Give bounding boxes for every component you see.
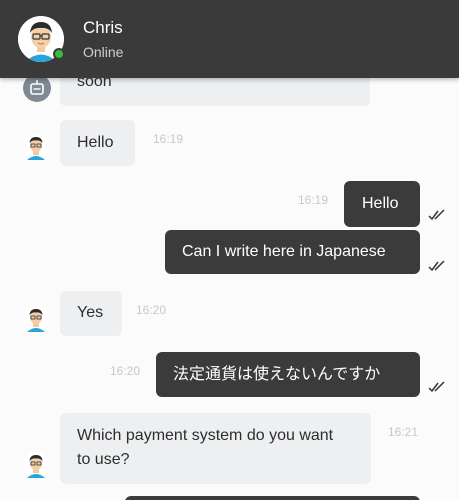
double-check-icon <box>428 381 446 396</box>
message-time: 16:20 <box>136 303 167 317</box>
message-text: Yes <box>77 304 104 321</box>
message-bubble-outgoing: Hello <box>344 181 420 227</box>
message-text: Hello <box>77 134 114 151</box>
message-time: 16:19 <box>153 132 184 146</box>
contact-avatar <box>23 452 49 478</box>
message-bubble-outgoing <box>125 496 420 500</box>
double-check-icon <box>428 260 446 275</box>
contact-name: Chris <box>83 18 123 37</box>
message-bubble-incoming: Which payment system do you want to use? <box>60 413 371 484</box>
bot-avatar <box>23 74 51 102</box>
robot-icon <box>30 80 44 95</box>
message-bubble-incoming: Hello <box>60 120 135 166</box>
double-check-icon <box>428 209 446 224</box>
message-bubble-outgoing: Can I write here in Japanese <box>165 230 420 274</box>
online-status-dot <box>53 48 65 60</box>
chat-header: Chris Online <box>0 0 459 78</box>
contact-avatar <box>23 306 49 332</box>
message-time: 16:19 <box>298 193 329 207</box>
contact-avatar <box>23 134 49 160</box>
contact-avatar-header[interactable] <box>18 16 65 62</box>
message-time: 16:21 <box>388 425 419 439</box>
message-text: Hello <box>362 195 399 212</box>
message-text: 法定通貨は使えないんですか <box>173 364 381 383</box>
message-bubble-outgoing: 法定通貨は使えないんですか <box>156 352 420 397</box>
message-text: Can I write here in Japanese <box>182 243 386 260</box>
message-time: 16:20 <box>110 364 141 378</box>
contact-status: Online <box>83 44 124 60</box>
message-bubble-incoming: Yes <box>60 291 122 336</box>
message-text: Which payment system do you want to use? <box>77 427 334 468</box>
